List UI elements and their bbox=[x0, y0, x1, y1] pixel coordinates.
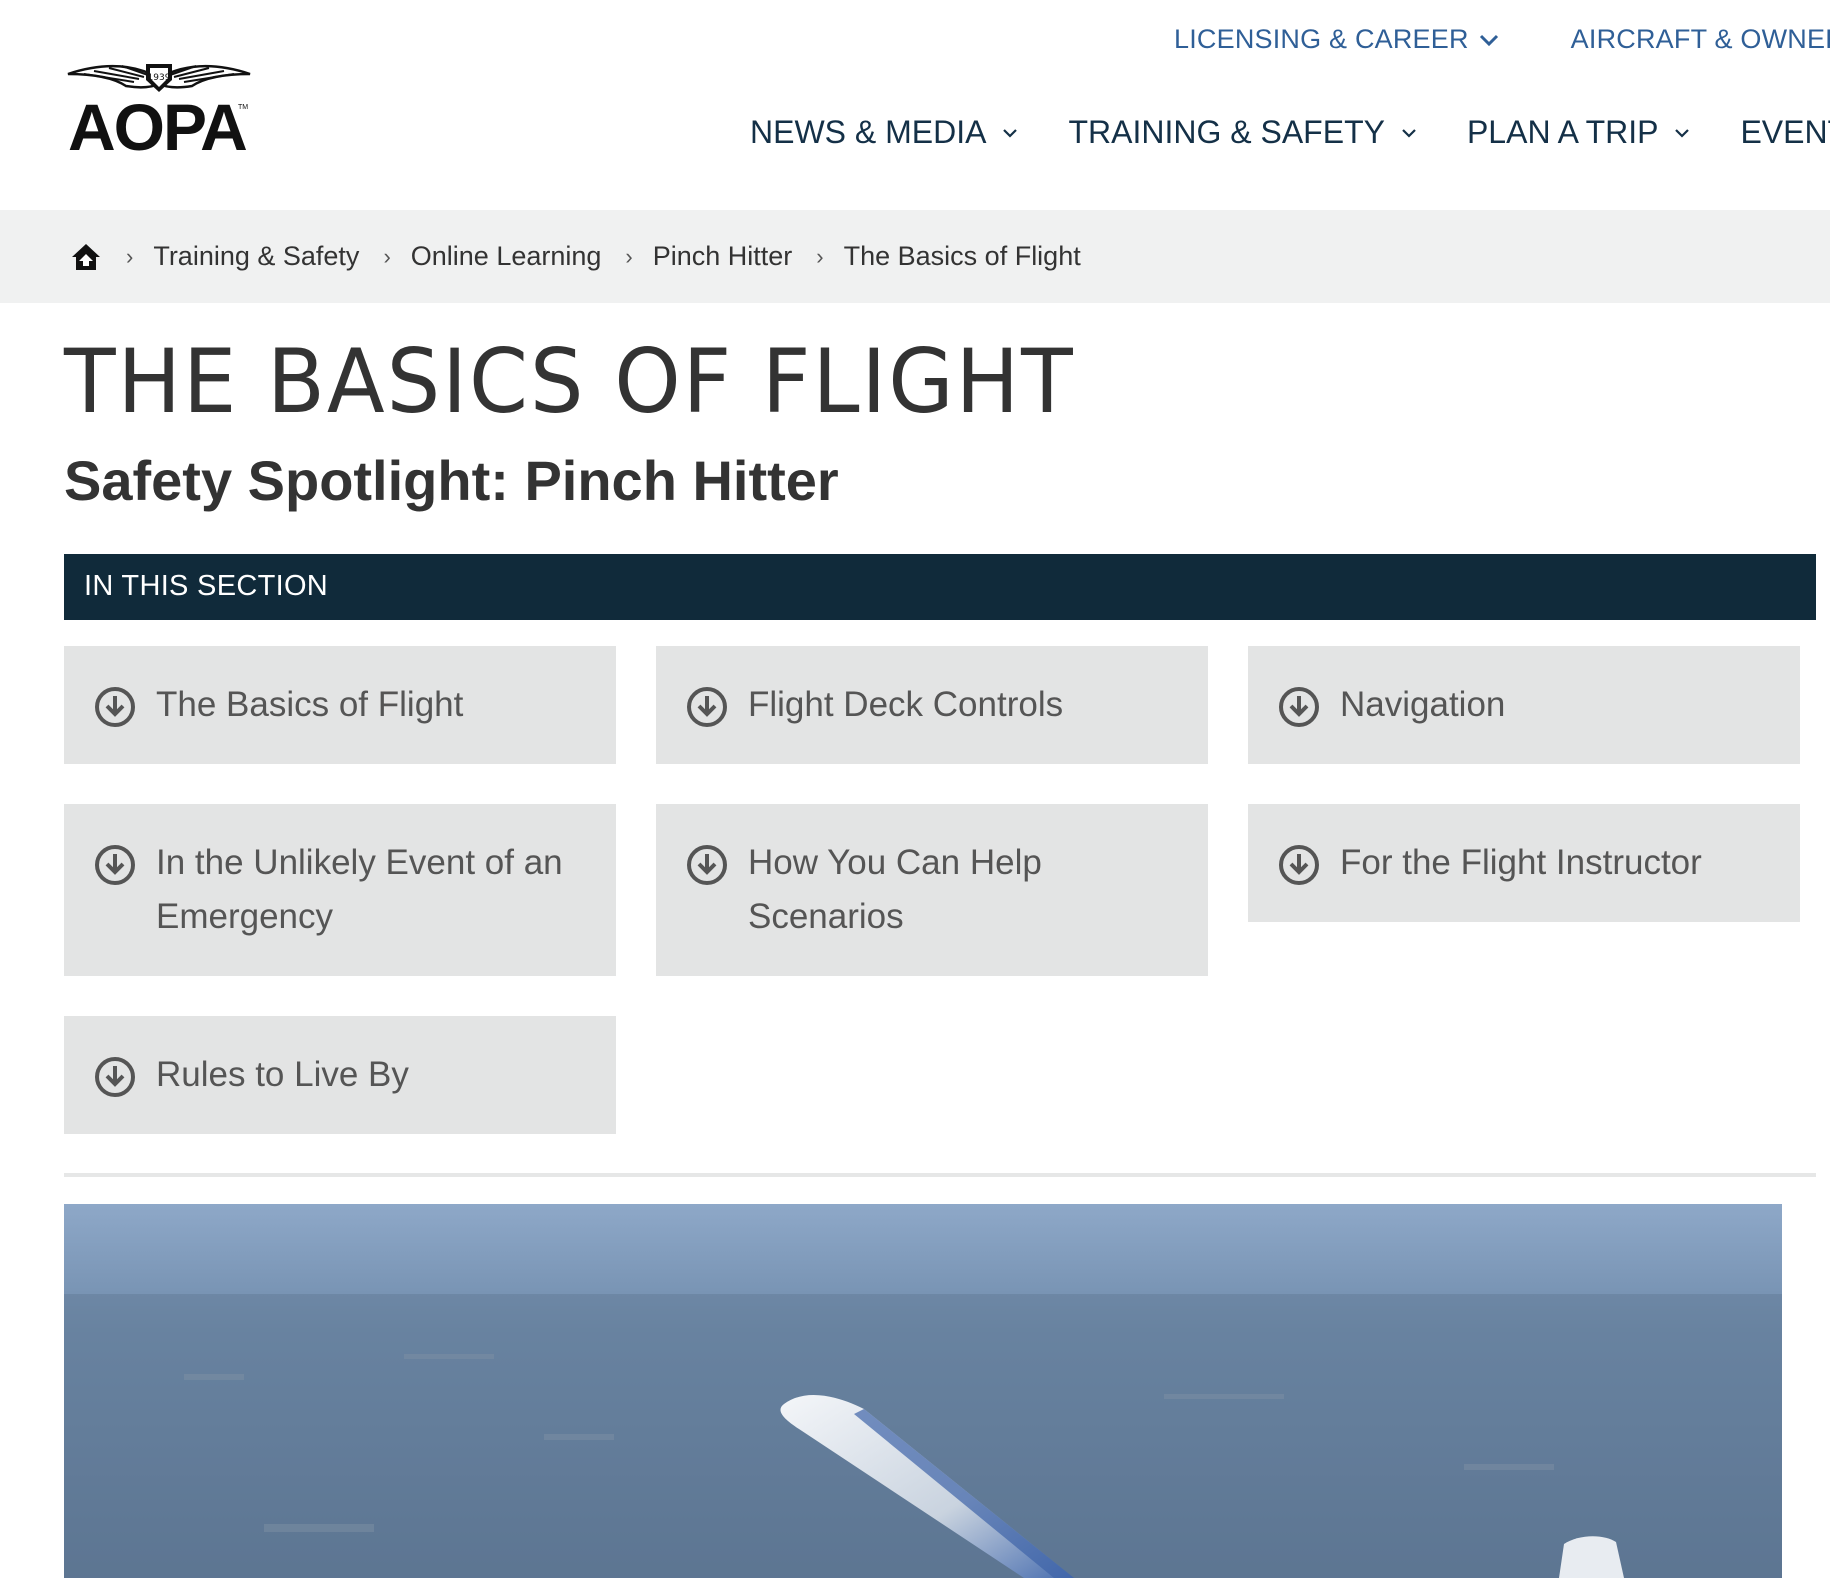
section-link-flight-deck-controls[interactable]: Flight Deck Controls bbox=[656, 646, 1208, 764]
utility-nav-label: AIRCRAFT & OWNERSHIP bbox=[1570, 24, 1830, 54]
chevron-down-icon bbox=[1675, 128, 1690, 138]
page-title: THE BASICS OF FLIGHT bbox=[64, 330, 1075, 433]
section-link-rules-to-live-by[interactable]: Rules to Live By bbox=[64, 1016, 616, 1134]
section-divider bbox=[64, 1173, 1816, 1177]
breadcrumb-current-page: The Basics of Flight bbox=[843, 241, 1081, 271]
utility-nav-label: LICENSING & CAREER bbox=[1174, 24, 1469, 54]
main-nav-training-safety[interactable]: TRAINING & SAFETY bbox=[1068, 114, 1416, 151]
section-link-emergency[interactable]: In the Unlikely Event of an Emergency bbox=[64, 804, 616, 976]
hero-image-aircraft bbox=[64, 1204, 1782, 1578]
aopa-logo[interactable]: 1939 AOPA TM bbox=[64, 58, 254, 164]
breadcrumb-pinch-hitter[interactable]: Pinch Hitter bbox=[653, 241, 793, 272]
breadcrumb-home[interactable] bbox=[70, 242, 102, 272]
breadcrumb-separator: › bbox=[126, 243, 134, 269]
main-nav-events[interactable]: EVENTS bbox=[1740, 114, 1830, 151]
arrow-down-circle-icon bbox=[95, 1057, 135, 1097]
section-heading: IN THIS SECTION bbox=[84, 570, 329, 602]
breadcrumb-bar: › Training & Safety › Online Learning › … bbox=[0, 210, 1830, 303]
chevron-down-icon bbox=[1402, 128, 1416, 138]
main-nav-plan-a-trip[interactable]: PLAN A TRIP bbox=[1467, 114, 1691, 151]
utility-nav-aircraft-ownership[interactable]: AIRCRAFT & OWNERSHIP bbox=[1571, 24, 1830, 55]
arrow-down-circle-icon bbox=[1279, 845, 1319, 885]
section-link-label: Rules to Live By bbox=[156, 1055, 409, 1094]
site-header: 1939 AOPA TM LICENSING & CAREER AIRCRAFT… bbox=[0, 0, 1830, 210]
aerial-aircraft-photo bbox=[64, 1204, 1782, 1578]
arrow-down-circle-icon bbox=[687, 687, 727, 727]
logo-wordmark: AOPA bbox=[68, 90, 248, 164]
section-link-how-you-can-help[interactable]: How You Can Help Scenarios bbox=[656, 804, 1208, 976]
trademark-mark: TM bbox=[238, 104, 249, 111]
main-nav-label: TRAINING & SAFETY bbox=[1068, 114, 1385, 150]
main-nav-label: PLAN A TRIP bbox=[1466, 114, 1659, 150]
breadcrumb-separator: › bbox=[625, 243, 633, 269]
breadcrumb: › Training & Safety › Online Learning › … bbox=[70, 210, 1081, 303]
section-link-navigation[interactable]: Navigation bbox=[1248, 646, 1800, 764]
section-link-label: Flight Deck Controls bbox=[748, 685, 1064, 724]
chevron-down-icon bbox=[1479, 34, 1498, 46]
main-nav-label: EVENTS bbox=[1740, 114, 1830, 150]
svg-text:1939: 1939 bbox=[148, 73, 171, 83]
main-nav-label: NEWS & MEDIA bbox=[750, 114, 987, 150]
section-link-basics-of-flight[interactable]: The Basics of Flight bbox=[64, 646, 616, 764]
section-link-label: Navigation bbox=[1340, 685, 1506, 724]
arrow-down-circle-icon bbox=[1279, 687, 1319, 727]
section-link-label: For the Flight Instructor bbox=[1340, 843, 1702, 882]
breadcrumb-separator: › bbox=[816, 243, 824, 269]
arrow-down-circle-icon bbox=[95, 845, 135, 885]
section-link-label: How You Can Help Scenarios bbox=[748, 843, 1042, 936]
utility-nav-licensing-career[interactable]: LICENSING & CAREER bbox=[1174, 24, 1499, 55]
chevron-down-icon bbox=[1003, 128, 1018, 138]
main-nav: NEWS & MEDIA TRAINING & SAFETY PLAN A TR… bbox=[750, 114, 1830, 151]
arrow-down-circle-icon bbox=[95, 687, 135, 727]
in-this-section-bar: IN THIS SECTION bbox=[64, 554, 1816, 620]
utility-nav: LICENSING & CAREER AIRCRAFT & OWNERSHIP bbox=[1174, 24, 1830, 55]
section-link-label: In the Unlikely Event of an Emergency bbox=[156, 843, 563, 936]
page-subtitle: Safety Spotlight: Pinch Hitter bbox=[64, 449, 839, 512]
breadcrumb-training-safety[interactable]: Training & Safety bbox=[153, 241, 359, 272]
arrow-down-circle-icon bbox=[687, 845, 727, 885]
section-link-flight-instructor[interactable]: For the Flight Instructor bbox=[1248, 804, 1800, 922]
breadcrumb-separator: › bbox=[383, 243, 391, 269]
section-link-label: The Basics of Flight bbox=[156, 685, 464, 724]
main-nav-news-media[interactable]: NEWS & MEDIA bbox=[750, 114, 1018, 151]
home-icon bbox=[72, 243, 100, 270]
breadcrumb-online-learning[interactable]: Online Learning bbox=[411, 241, 602, 272]
